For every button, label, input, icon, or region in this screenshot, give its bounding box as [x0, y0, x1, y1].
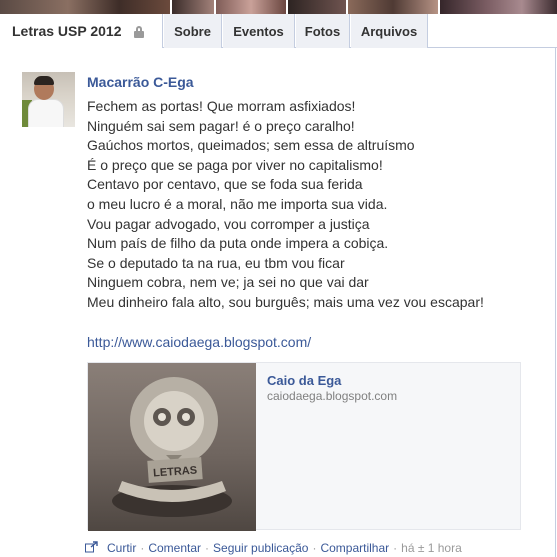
post-text-line: Centavo por centavo, que se foda sua fer…: [87, 176, 363, 193]
cover-photo: [348, 0, 438, 14]
post-link[interactable]: http://www.caiodaega.blogspot.com/: [87, 334, 311, 350]
post-text-line: Fechem as portas! Que morram asfixiados!: [87, 98, 356, 114]
cover-photo: [0, 0, 170, 14]
post-text-line: Gaúchos mortos, queimados; sem essa de a…: [87, 137, 415, 154]
follow-post-link[interactable]: Seguir publicação: [213, 541, 308, 555]
post-text-line: Se o deputado ta na rua, eu tbm vou fica…: [87, 254, 345, 271]
post-author-name[interactable]: Macarrão C-Ega: [87, 74, 194, 90]
content-border: [555, 48, 556, 557]
group-tab-bar: Letras USP 2012 Sobre Eventos Fotos Arqu…: [0, 14, 557, 48]
tab-sobre[interactable]: Sobre: [164, 14, 222, 48]
tab-fotos[interactable]: Fotos: [296, 14, 350, 48]
post-text-line: Vou pagar advogado, vou corromper a just…: [87, 215, 370, 232]
post-text-line: Meu dinheiro fala alto, sou burguês; mai…: [87, 293, 484, 310]
post-text-line: Num país de filho da puta onde impera a …: [87, 235, 389, 252]
lock-icon: [134, 26, 145, 38]
post-text-line: Ninguem cobra, nem ve; ja sei no que vai…: [87, 274, 369, 291]
post-text-line: Ninguém sai sem pagar! é o preço caralho…: [87, 117, 355, 134]
link-preview-url: caiodaega.blogspot.com: [267, 389, 398, 403]
post-text-line: o meu lucro é a moral, não me importa su…: [87, 195, 388, 212]
tab-arquivos[interactable]: Arquivos: [351, 14, 428, 48]
link-preview-title[interactable]: Caio da Ega: [267, 373, 341, 388]
author-avatar[interactable]: [22, 72, 75, 127]
cover-photo: [172, 0, 214, 14]
comment-link[interactable]: Comentar: [148, 541, 201, 555]
group-name: Letras USP 2012: [12, 23, 122, 39]
post-timestamp[interactable]: há ± 1 hora: [401, 541, 462, 555]
like-link[interactable]: Curtir: [107, 541, 136, 555]
share-link[interactable]: Compartilhar: [320, 541, 389, 555]
cover-photo: [440, 0, 557, 14]
cover-photo: [216, 0, 286, 14]
post-text-line: É o preço que se paga por viver no capit…: [87, 156, 383, 173]
cover-photo-strip: [0, 0, 557, 14]
share-icon: [85, 541, 98, 553]
tab-eventos[interactable]: Eventos: [223, 14, 295, 48]
group-name-tab[interactable]: Letras USP 2012: [0, 14, 163, 48]
post-text: Fechem as portas! Que morram asfixiados!…: [87, 97, 547, 313]
cover-photo: [288, 0, 346, 14]
link-preview-card[interactable]: LETRAS Caio da Ega caiodaega.blogspot.co…: [87, 362, 521, 531]
trophy-image: LETRAS: [112, 377, 232, 517]
link-preview-thumbnail[interactable]: LETRAS: [88, 363, 256, 531]
